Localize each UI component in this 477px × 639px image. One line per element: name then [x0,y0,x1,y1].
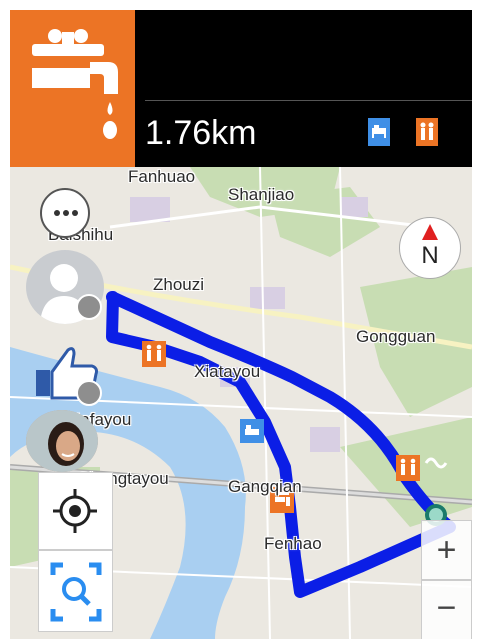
hotel-marker [240,419,264,443]
lightning-badge-icon [76,294,102,320]
zoom-out-button[interactable]: − [421,580,472,639]
map-label-xiatayou: Xiatayou [194,362,261,381]
header-divider [145,100,472,101]
poi-type-tile[interactable] [10,10,135,167]
compass-north-label: N [421,242,439,269]
plus-icon: + [436,531,457,569]
water-tap-icon [32,29,118,139]
locate-me-button[interactable] [38,472,113,550]
info-header: 1.76km [10,10,472,167]
map-label-zhouzi: Zhouzi [153,275,205,294]
user-photo-avatar[interactable] [26,410,98,472]
lightning-badge-icon [76,380,102,406]
zoom-search-icon [50,562,102,622]
app-frame: 1.76km Fanhuao Shanjiao Baishihu Zhouzi … [10,10,472,639]
more-options-button[interactable] [40,188,90,238]
restroom-marker [142,341,166,367]
hotel-bed-icon [368,118,390,146]
zoom-to-fit-button[interactable] [38,550,113,632]
map-label-gongguan: Gongguan [356,327,436,346]
route-distance: 1.76km [145,114,257,152]
minus-icon: − [436,589,457,627]
restroom-icon [416,118,438,146]
person-photo-icon [26,410,98,472]
crosshair-icon [53,489,97,533]
map-label-shanjiao: Shanjiao [228,185,295,204]
map-label-gangqian: Gangqian [228,477,302,496]
map-label-fenhao: Fenhao [264,534,322,553]
restroom-marker [396,455,420,481]
compass-button[interactable]: N [399,217,461,279]
map-label-fanhuao: Fanhuao [128,167,196,186]
zoom-in-button[interactable]: + [421,520,472,580]
